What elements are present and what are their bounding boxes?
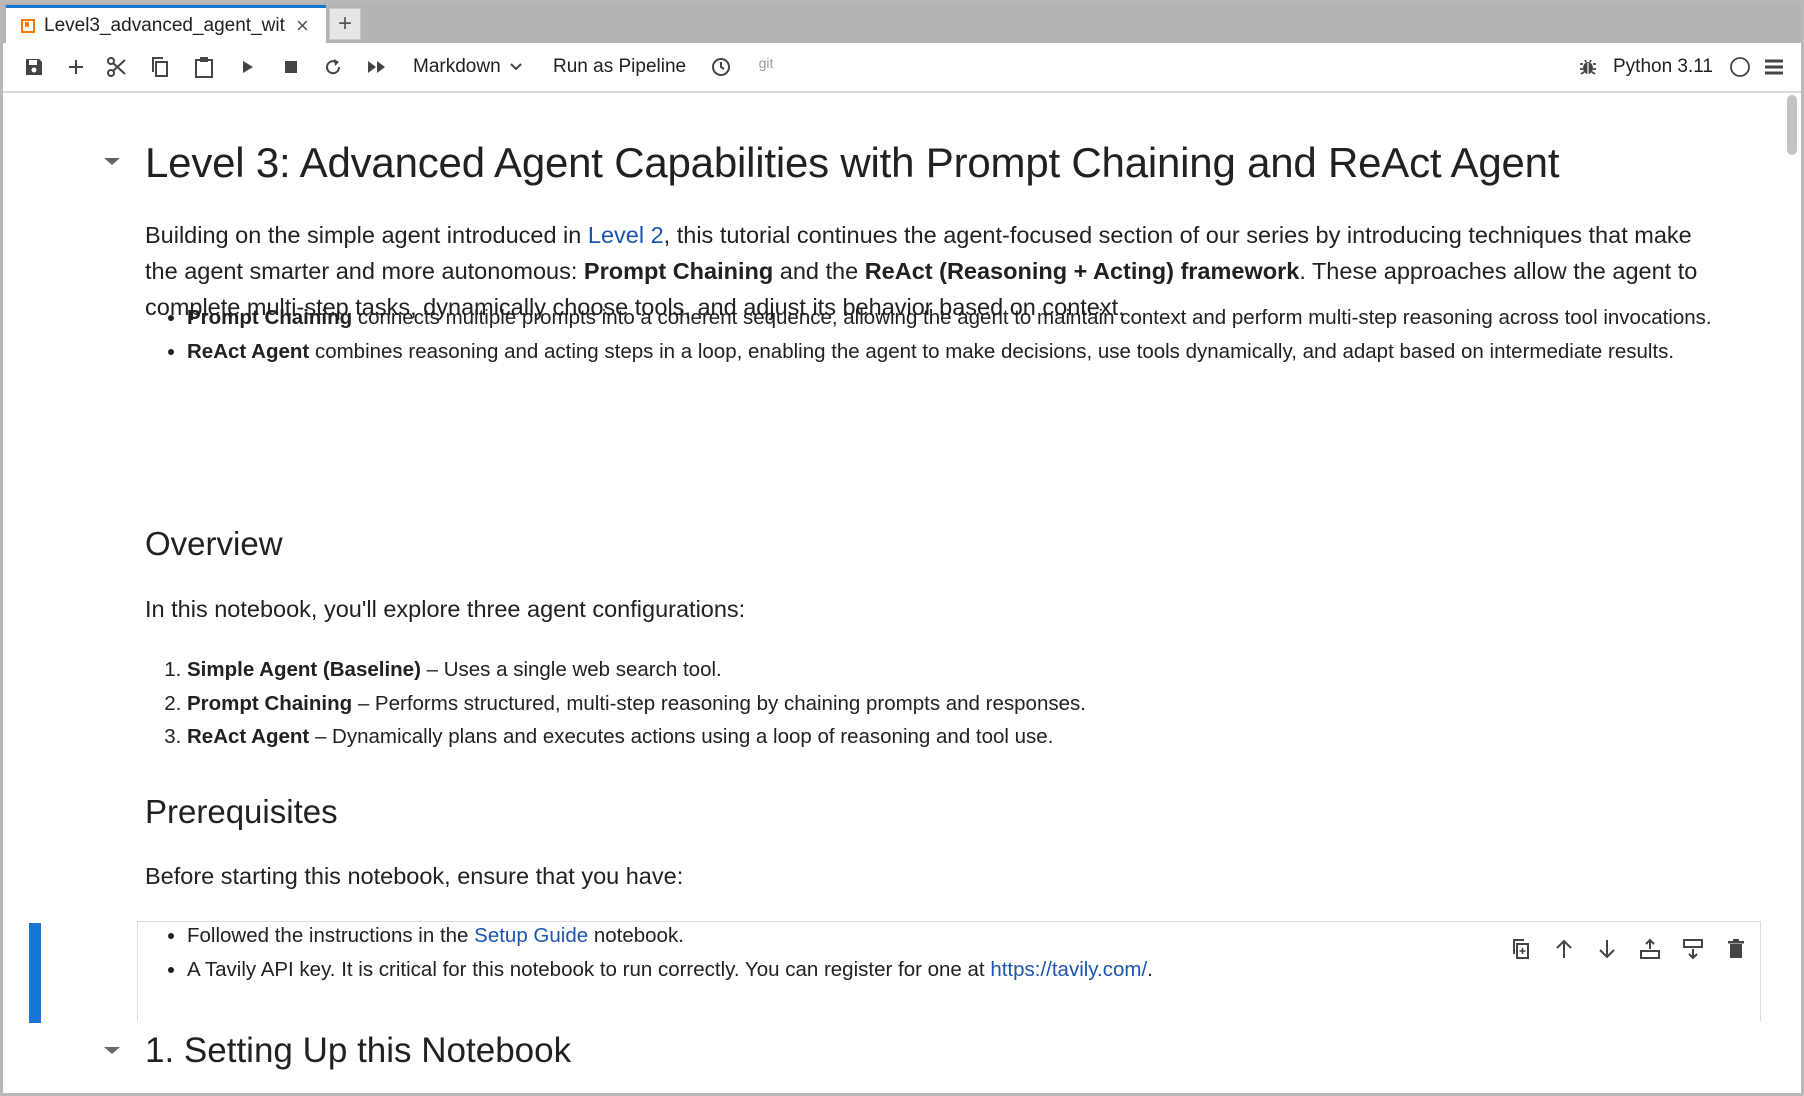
list-item-text: – Performs structured, multi-step reason… <box>352 691 1086 715</box>
overview-intro: In this notebook, you'll explore three a… <box>145 591 1725 627</box>
close-icon[interactable]: × <box>296 14 309 37</box>
fast-forward-icon[interactable] <box>361 43 393 91</box>
configuration-list: Simple Agent (Baseline) – Uses a single … <box>145 653 1747 754</box>
notebook-toolbar: Markdown Run as Pipeline git Python 3.11 <box>3 43 1801 93</box>
level-2-link[interactable]: Level 2 <box>588 222 664 248</box>
notebook-file-icon <box>20 18 36 34</box>
list-item-text: connects multiple prompts into a coheren… <box>352 306 1712 329</box>
kernel-status-icon <box>1727 43 1753 91</box>
bug-icon[interactable] <box>1573 43 1603 91</box>
tab-title: Level3_advanced_agent_wit <box>44 14 285 36</box>
duplicate-cell-icon[interactable] <box>1499 935 1542 963</box>
new-tab-button[interactable]: + <box>329 8 361 40</box>
paste-icon[interactable] <box>189 43 219 91</box>
overview-heading: Overview <box>145 525 283 562</box>
list-item-bold: Prompt Chaining <box>187 306 353 329</box>
list-item: Simple Agent (Baseline) – Uses a single … <box>187 653 1747 687</box>
clock-icon[interactable] <box>706 43 736 91</box>
run-as-pipeline-button[interactable]: Run as Pipeline <box>553 43 693 91</box>
list-item: Prompt Chaining – Performs structured, m… <box>187 687 1747 721</box>
kernel-name-button[interactable]: Python 3.11 <box>1613 43 1733 91</box>
delete-cell-icon[interactable] <box>1714 935 1757 963</box>
copy-icon[interactable] <box>145 43 175 91</box>
move-down-icon[interactable] <box>1585 935 1628 963</box>
prerequisites-intro-text: Before starting this notebook, ensure th… <box>145 863 684 889</box>
collapse-toggle-icon[interactable] <box>104 158 120 165</box>
tab-bar: Level3_advanced_agent_wit × + <box>3 3 1801 43</box>
intro-text-1: Building on the simple agent introduced … <box>145 222 588 248</box>
overview-intro-text: In this notebook, you'll explore three a… <box>145 596 746 622</box>
intro-bold-1: Prompt Chaining <box>583 258 774 284</box>
section-1-heading: 1. Setting Up this Notebook <box>145 1031 572 1070</box>
prerequisites-heading: Prerequisites <box>145 793 338 830</box>
list-item-text: – Uses a single web search tool. <box>420 658 722 681</box>
cut-icon[interactable] <box>102 43 132 91</box>
save-icon[interactable] <box>19 43 49 91</box>
cell-type-label: Markdown <box>413 56 501 77</box>
vertical-scrollbar[interactable] <box>1787 95 1797 155</box>
collapse-toggle-icon[interactable] <box>104 1047 120 1054</box>
restart-icon[interactable] <box>318 43 348 91</box>
prerequisites-intro: Before starting this notebook, ensure th… <box>145 858 1725 894</box>
git-button[interactable]: git <box>751 43 781 91</box>
notebook-title: Level 3: Advanced Agent Capabilities wit… <box>145 139 1560 186</box>
list-item-text: – Dynamically plans and executes actions… <box>309 725 1054 748</box>
tab-notebook[interactable]: Level3_advanced_agent_wit × <box>6 5 326 43</box>
run-as-pipeline-label: Run as Pipeline <box>553 56 687 77</box>
move-up-icon[interactable] <box>1542 935 1585 963</box>
menu-icon[interactable] <box>1760 43 1788 91</box>
list-item-bold: ReAct Agent <box>187 725 310 748</box>
insert-below-icon[interactable] <box>1671 935 1714 963</box>
active-cell-indicator <box>29 923 41 1023</box>
list-item-bold: Prompt Chaining <box>187 691 353 715</box>
run-icon[interactable] <box>233 43 263 91</box>
intro-bold-2: ReAct (Reasoning + Acting) framework <box>864 258 1300 284</box>
intro-text-3: and the <box>773 258 865 284</box>
add-cell-icon[interactable] <box>61 43 91 91</box>
cell-type-dropdown[interactable]: Markdown <box>413 43 533 91</box>
technique-list: Prompt Chaining connects multiple prompt… <box>145 301 1747 368</box>
git-label: git <box>758 55 774 71</box>
list-item: ReAct Agent – Dynamically plans and exec… <box>187 720 1747 754</box>
list-item-text: combines reasoning and acting steps in a… <box>309 339 1675 363</box>
list-item: Prompt Chaining connects multiple prompt… <box>187 301 1747 335</box>
list-item-bold: Simple Agent (Baseline) <box>187 658 421 681</box>
list-item-bold: ReAct Agent <box>187 339 310 363</box>
stop-icon[interactable] <box>276 43 306 91</box>
list-item: ReAct Agent combines reasoning and actin… <box>187 335 1747 369</box>
cell-toolbar <box>1499 935 1757 963</box>
notebook-window: Level3_advanced_agent_wit × + Markdown R… <box>0 0 1804 1096</box>
chevron-down-icon <box>509 62 523 72</box>
kernel-name-label: Python 3.11 <box>1613 56 1714 77</box>
insert-above-icon[interactable] <box>1628 935 1671 963</box>
